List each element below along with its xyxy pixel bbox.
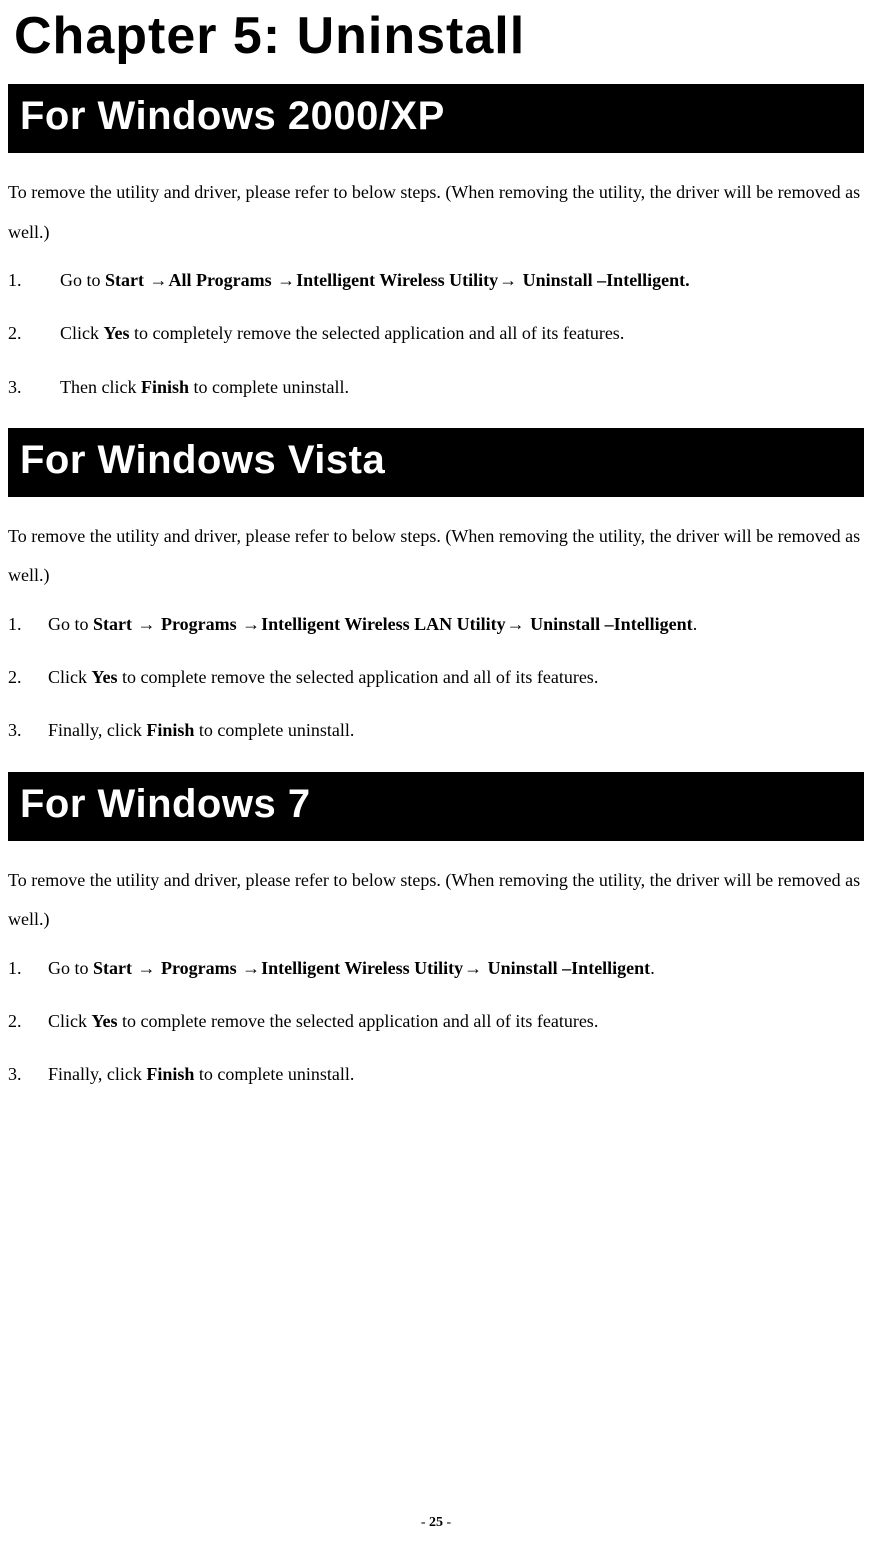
step-item: 3. Then click Finish to complete uninsta… — [8, 375, 864, 400]
steps-list-s3: 1. Go to Start → Programs →Intelligent W… — [8, 956, 864, 1088]
step-number: 1. — [8, 268, 60, 293]
arrow-icon: → — [137, 958, 157, 978]
chapter-title: Chapter 5: Uninstall — [14, 6, 864, 66]
step-item: 3. Finally, click Finish to complete uni… — [8, 718, 864, 743]
intro-text-s2: To remove the utility and driver, please… — [8, 517, 864, 596]
step-number: 2. — [8, 1009, 48, 1034]
arrow-icon: → — [276, 270, 296, 290]
step-text: Go to Start →All Programs →Intelligent W… — [60, 268, 690, 293]
step-number: 3. — [8, 1062, 48, 1087]
step-text: Go to Start → Programs →Intelligent Wire… — [48, 612, 697, 637]
section-header-win2000xp: For Windows 2000/XP — [8, 84, 864, 153]
step-text: Finally, click Finish to complete uninst… — [48, 718, 354, 743]
intro-text-s3: To remove the utility and driver, please… — [8, 861, 864, 940]
step-text: Finally, click Finish to complete uninst… — [48, 1062, 354, 1087]
arrow-icon: → — [241, 614, 261, 634]
page-footer: - 25 - — [0, 1515, 872, 1531]
step-item: 3. Finally, click Finish to complete uni… — [8, 1062, 864, 1087]
step-item: 1. Go to Start → Programs →Intelligent W… — [8, 956, 864, 981]
step-number: 1. — [8, 956, 48, 981]
step-text: Click Yes to complete remove the selecte… — [48, 1009, 598, 1034]
step-text: Click Yes to completely remove the selec… — [60, 321, 624, 346]
step-text: Then click Finish to complete uninstall. — [60, 375, 349, 400]
step-text: Go to Start → Programs →Intelligent Wire… — [48, 956, 655, 981]
step-number: 2. — [8, 321, 60, 346]
section-header-win7: For Windows 7 — [8, 772, 864, 841]
arrow-icon: → — [241, 958, 261, 978]
arrow-icon: → — [506, 614, 526, 634]
step-number: 2. — [8, 665, 48, 690]
arrow-icon: → — [463, 958, 483, 978]
step-item: 1. Go to Start → Programs →Intelligent W… — [8, 612, 864, 637]
step-number: 3. — [8, 375, 60, 400]
step-item: 2. Click Yes to completely remove the se… — [8, 321, 864, 346]
steps-list-s1: 1. Go to Start →All Programs →Intelligen… — [8, 268, 864, 400]
page-number: 25 — [429, 1515, 443, 1530]
steps-list-s2: 1. Go to Start → Programs →Intelligent W… — [8, 612, 864, 744]
arrow-icon: → — [149, 270, 169, 290]
step-number: 1. — [8, 612, 48, 637]
step-text: Click Yes to complete remove the selecte… — [48, 665, 598, 690]
step-item: 1. Go to Start →All Programs →Intelligen… — [8, 268, 864, 293]
arrow-icon: → — [498, 270, 518, 290]
step-number: 3. — [8, 718, 48, 743]
step-item: 2. Click Yes to complete remove the sele… — [8, 1009, 864, 1034]
step-item: 2. Click Yes to complete remove the sele… — [8, 665, 864, 690]
intro-text-s1: To remove the utility and driver, please… — [8, 173, 864, 252]
section-header-winvista: For Windows Vista — [8, 428, 864, 497]
arrow-icon: → — [137, 614, 157, 634]
